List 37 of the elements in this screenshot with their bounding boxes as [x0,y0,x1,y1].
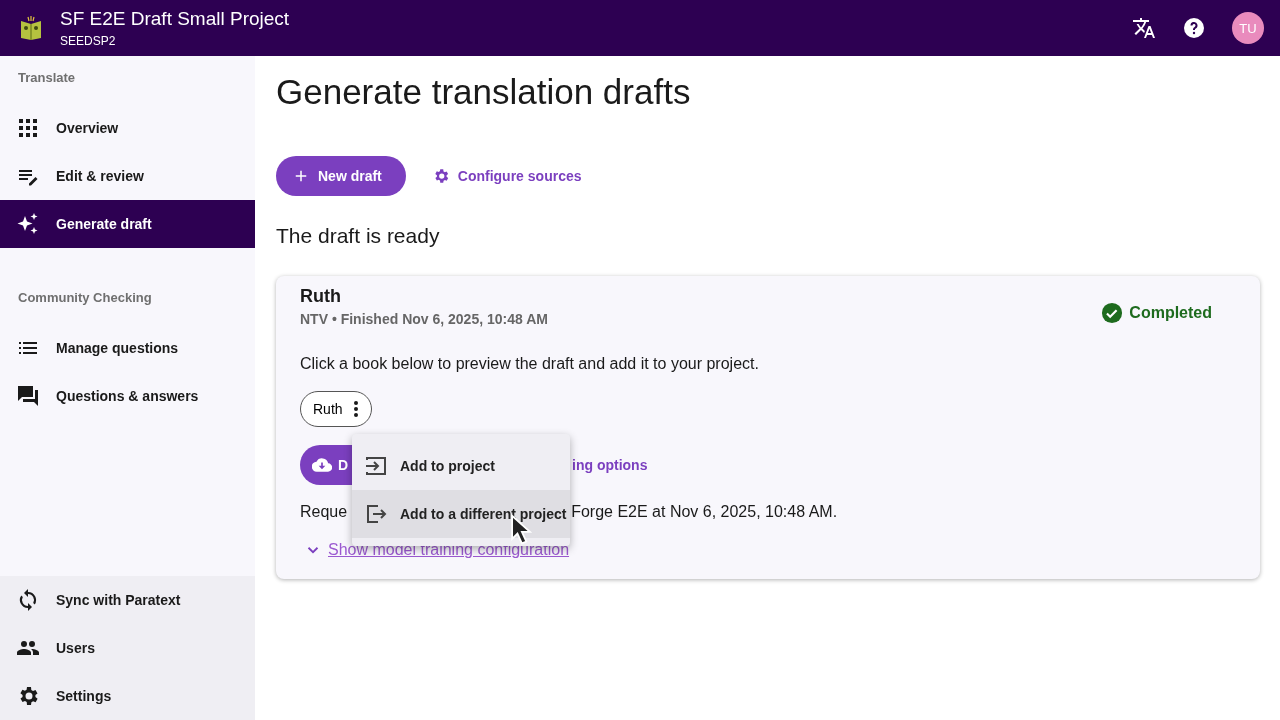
status-label: Completed [1129,303,1212,322]
nav-item[interactable]: Settings [0,672,255,720]
status-heading: The draft is ready [276,224,441,248]
nav-item[interactable]: Overview [0,104,255,152]
more-vertical-icon [352,399,359,419]
configure-sources-button[interactable]: Configure sources [425,166,588,186]
help-icon[interactable] [1182,16,1206,40]
options-link[interactable]: ing options [572,457,648,473]
arrow-out-of-box-icon [364,502,388,526]
requested-text: Forge E2E at Nov 6, 2025, 10:48 AM. [571,503,838,521]
nav-item[interactable]: Sync with Paratext [0,576,255,624]
instruction-text: Click a book below to preview the draft and add it to your project. [300,355,760,373]
arrow-into-box-icon [364,454,388,478]
book-chip[interactable]: Ruth [300,391,372,427]
draft-meta: NTV • Finished Nov 6, 2025, 10:48 AM [300,311,548,327]
requested-text: Reque [300,503,348,521]
new-draft-button[interactable]: New draft [276,156,406,196]
nav-item[interactable]: Users [0,624,255,672]
project-code: SEEDSP2 [60,34,117,48]
section-heading: Translate [17,70,77,87]
book-logo-icon[interactable] [18,15,44,41]
menu-item[interactable]: Add to a different project [352,490,570,538]
project-title: SF E2E Draft Small Project [60,8,291,30]
section-heading: Community Checking [17,290,153,307]
book-title: Ruth [300,286,342,307]
cloud-download-icon [312,455,332,475]
grid-icon [16,116,40,140]
page-title: Generate translation drafts [276,72,692,112]
translate-icon[interactable] [1132,16,1156,40]
check-circle-icon [1101,301,1124,324]
nav-item[interactable]: Manage questions [0,324,255,372]
nav-item[interactable]: Questions & answers [0,372,255,420]
menu-item[interactable]: Add to project [352,442,570,490]
chat-icon [16,384,40,408]
nav-item[interactable]: Edit & review [0,152,255,200]
nav-item[interactable]: Generate draft [0,200,255,248]
sparkle-icon [16,212,40,236]
